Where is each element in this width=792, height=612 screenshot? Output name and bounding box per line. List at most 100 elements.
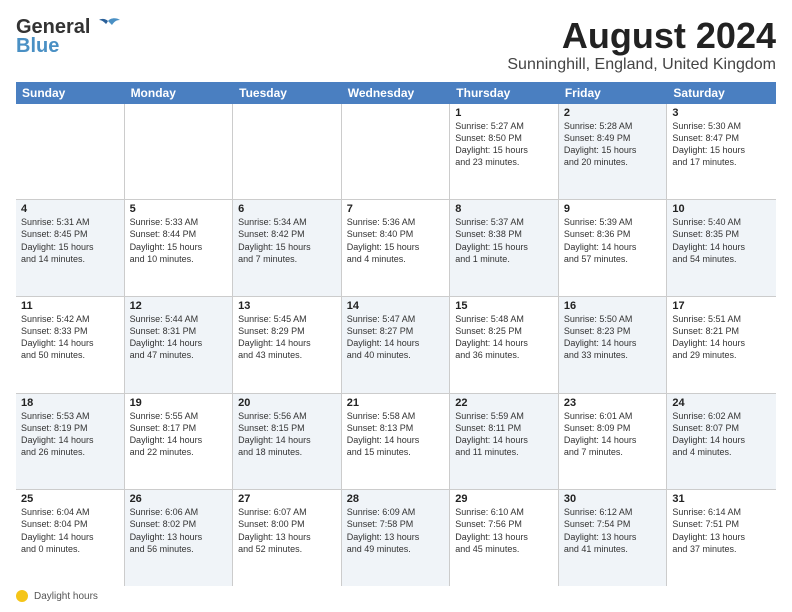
logo: General Blue <box>16 16 122 58</box>
day-info: Sunrise: 5:40 AM Sunset: 8:35 PM Dayligh… <box>672 216 771 265</box>
day-info: Sunrise: 5:45 AM Sunset: 8:29 PM Dayligh… <box>238 313 336 362</box>
day-of-week-monday: Monday <box>125 82 234 104</box>
day-number: 28 <box>347 493 445 505</box>
day-number: 26 <box>130 493 228 505</box>
calendar-cell <box>125 104 234 200</box>
day-info: Sunrise: 6:06 AM Sunset: 8:02 PM Dayligh… <box>130 506 228 555</box>
day-info: Sunrise: 6:14 AM Sunset: 7:51 PM Dayligh… <box>672 506 771 555</box>
footnote: Daylight hours <box>16 590 776 602</box>
day-number: 4 <box>21 203 119 215</box>
day-number: 31 <box>672 493 771 505</box>
day-info: Sunrise: 5:59 AM Sunset: 8:11 PM Dayligh… <box>455 410 553 459</box>
calendar-cell: 3Sunrise: 5:30 AM Sunset: 8:47 PM Daylig… <box>667 104 776 200</box>
day-number: 11 <box>21 300 119 312</box>
day-number: 29 <box>455 493 553 505</box>
calendar-cell: 16Sunrise: 5:50 AM Sunset: 8:23 PM Dayli… <box>559 297 668 393</box>
day-of-week-tuesday: Tuesday <box>233 82 342 104</box>
day-number: 24 <box>672 397 771 409</box>
day-info: Sunrise: 5:55 AM Sunset: 8:17 PM Dayligh… <box>130 410 228 459</box>
day-info: Sunrise: 6:07 AM Sunset: 8:00 PM Dayligh… <box>238 506 336 555</box>
day-of-week-thursday: Thursday <box>450 82 559 104</box>
subtitle: Sunninghill, England, United Kingdom <box>507 56 776 74</box>
day-info: Sunrise: 5:53 AM Sunset: 8:19 PM Dayligh… <box>21 410 119 459</box>
day-info: Sunrise: 6:12 AM Sunset: 7:54 PM Dayligh… <box>564 506 662 555</box>
daylight-icon <box>16 590 28 602</box>
calendar-cell <box>342 104 451 200</box>
day-info: Sunrise: 5:37 AM Sunset: 8:38 PM Dayligh… <box>455 216 553 265</box>
calendar-cell: 27Sunrise: 6:07 AM Sunset: 8:00 PM Dayli… <box>233 490 342 586</box>
calendar-cell: 2Sunrise: 5:28 AM Sunset: 8:49 PM Daylig… <box>559 104 668 200</box>
day-info: Sunrise: 5:28 AM Sunset: 8:49 PM Dayligh… <box>564 120 662 169</box>
calendar-cell: 7Sunrise: 5:36 AM Sunset: 8:40 PM Daylig… <box>342 200 451 296</box>
calendar-cell: 24Sunrise: 6:02 AM Sunset: 8:07 PM Dayli… <box>667 394 776 490</box>
day-info: Sunrise: 5:36 AM Sunset: 8:40 PM Dayligh… <box>347 216 445 265</box>
calendar-cell: 26Sunrise: 6:06 AM Sunset: 8:02 PM Dayli… <box>125 490 234 586</box>
day-info: Sunrise: 5:48 AM Sunset: 8:25 PM Dayligh… <box>455 313 553 362</box>
logo-bird-icon <box>94 17 122 39</box>
day-number: 3 <box>672 107 771 119</box>
day-info: Sunrise: 6:01 AM Sunset: 8:09 PM Dayligh… <box>564 410 662 459</box>
calendar-cell: 28Sunrise: 6:09 AM Sunset: 7:58 PM Dayli… <box>342 490 451 586</box>
title-block: August 2024 Sunninghill, England, United… <box>507 16 776 74</box>
day-number: 16 <box>564 300 662 312</box>
day-number: 8 <box>455 203 553 215</box>
calendar-cell: 20Sunrise: 5:56 AM Sunset: 8:15 PM Dayli… <box>233 394 342 490</box>
logo-blue: Blue <box>16 35 59 58</box>
calendar-cell: 23Sunrise: 6:01 AM Sunset: 8:09 PM Dayli… <box>559 394 668 490</box>
day-info: Sunrise: 6:09 AM Sunset: 7:58 PM Dayligh… <box>347 506 445 555</box>
day-number: 12 <box>130 300 228 312</box>
day-of-week-wednesday: Wednesday <box>342 82 451 104</box>
day-info: Sunrise: 5:30 AM Sunset: 8:47 PM Dayligh… <box>672 120 771 169</box>
day-info: Sunrise: 5:44 AM Sunset: 8:31 PM Dayligh… <box>130 313 228 362</box>
calendar-cell: 4Sunrise: 5:31 AM Sunset: 8:45 PM Daylig… <box>16 200 125 296</box>
calendar-cell: 9Sunrise: 5:39 AM Sunset: 8:36 PM Daylig… <box>559 200 668 296</box>
day-info: Sunrise: 5:31 AM Sunset: 8:45 PM Dayligh… <box>21 216 119 265</box>
day-number: 19 <box>130 397 228 409</box>
day-info: Sunrise: 5:47 AM Sunset: 8:27 PM Dayligh… <box>347 313 445 362</box>
day-info: Sunrise: 5:50 AM Sunset: 8:23 PM Dayligh… <box>564 313 662 362</box>
page-header: General Blue August 2024 Sunninghill, En… <box>16 16 776 74</box>
day-number: 15 <box>455 300 553 312</box>
day-info: Sunrise: 5:27 AM Sunset: 8:50 PM Dayligh… <box>455 120 553 169</box>
day-of-week-saturday: Saturday <box>667 82 776 104</box>
calendar-cell: 13Sunrise: 5:45 AM Sunset: 8:29 PM Dayli… <box>233 297 342 393</box>
calendar-cell: 31Sunrise: 6:14 AM Sunset: 7:51 PM Dayli… <box>667 490 776 586</box>
day-info: Sunrise: 6:02 AM Sunset: 8:07 PM Dayligh… <box>672 410 771 459</box>
calendar: SundayMondayTuesdayWednesdayThursdayFrid… <box>16 82 776 586</box>
calendar-cell: 6Sunrise: 5:34 AM Sunset: 8:42 PM Daylig… <box>233 200 342 296</box>
day-number: 21 <box>347 397 445 409</box>
day-number: 23 <box>564 397 662 409</box>
calendar-cell: 17Sunrise: 5:51 AM Sunset: 8:21 PM Dayli… <box>667 297 776 393</box>
calendar-cell: 11Sunrise: 5:42 AM Sunset: 8:33 PM Dayli… <box>16 297 125 393</box>
calendar-cell: 21Sunrise: 5:58 AM Sunset: 8:13 PM Dayli… <box>342 394 451 490</box>
day-info: Sunrise: 5:33 AM Sunset: 8:44 PM Dayligh… <box>130 216 228 265</box>
calendar-header: SundayMondayTuesdayWednesdayThursdayFrid… <box>16 82 776 104</box>
calendar-week-3: 11Sunrise: 5:42 AM Sunset: 8:33 PM Dayli… <box>16 297 776 394</box>
day-number: 17 <box>672 300 771 312</box>
calendar-week-2: 4Sunrise: 5:31 AM Sunset: 8:45 PM Daylig… <box>16 200 776 297</box>
calendar-cell: 12Sunrise: 5:44 AM Sunset: 8:31 PM Dayli… <box>125 297 234 393</box>
main-title: August 2024 <box>507 16 776 56</box>
day-number: 13 <box>238 300 336 312</box>
day-number: 27 <box>238 493 336 505</box>
calendar-week-4: 18Sunrise: 5:53 AM Sunset: 8:19 PM Dayli… <box>16 394 776 491</box>
day-number: 6 <box>238 203 336 215</box>
calendar-cell: 8Sunrise: 5:37 AM Sunset: 8:38 PM Daylig… <box>450 200 559 296</box>
day-number: 25 <box>21 493 119 505</box>
calendar-cell: 15Sunrise: 5:48 AM Sunset: 8:25 PM Dayli… <box>450 297 559 393</box>
day-info: Sunrise: 5:56 AM Sunset: 8:15 PM Dayligh… <box>238 410 336 459</box>
day-info: Sunrise: 6:10 AM Sunset: 7:56 PM Dayligh… <box>455 506 553 555</box>
calendar-week-5: 25Sunrise: 6:04 AM Sunset: 8:04 PM Dayli… <box>16 490 776 586</box>
day-info: Sunrise: 5:58 AM Sunset: 8:13 PM Dayligh… <box>347 410 445 459</box>
footnote-text: Daylight hours <box>34 591 98 602</box>
day-number: 30 <box>564 493 662 505</box>
calendar-cell <box>233 104 342 200</box>
day-number: 2 <box>564 107 662 119</box>
day-number: 20 <box>238 397 336 409</box>
calendar-cell: 18Sunrise: 5:53 AM Sunset: 8:19 PM Dayli… <box>16 394 125 490</box>
day-number: 9 <box>564 203 662 215</box>
day-info: Sunrise: 5:39 AM Sunset: 8:36 PM Dayligh… <box>564 216 662 265</box>
day-number: 7 <box>347 203 445 215</box>
day-of-week-friday: Friday <box>559 82 668 104</box>
calendar-cell: 10Sunrise: 5:40 AM Sunset: 8:35 PM Dayli… <box>667 200 776 296</box>
